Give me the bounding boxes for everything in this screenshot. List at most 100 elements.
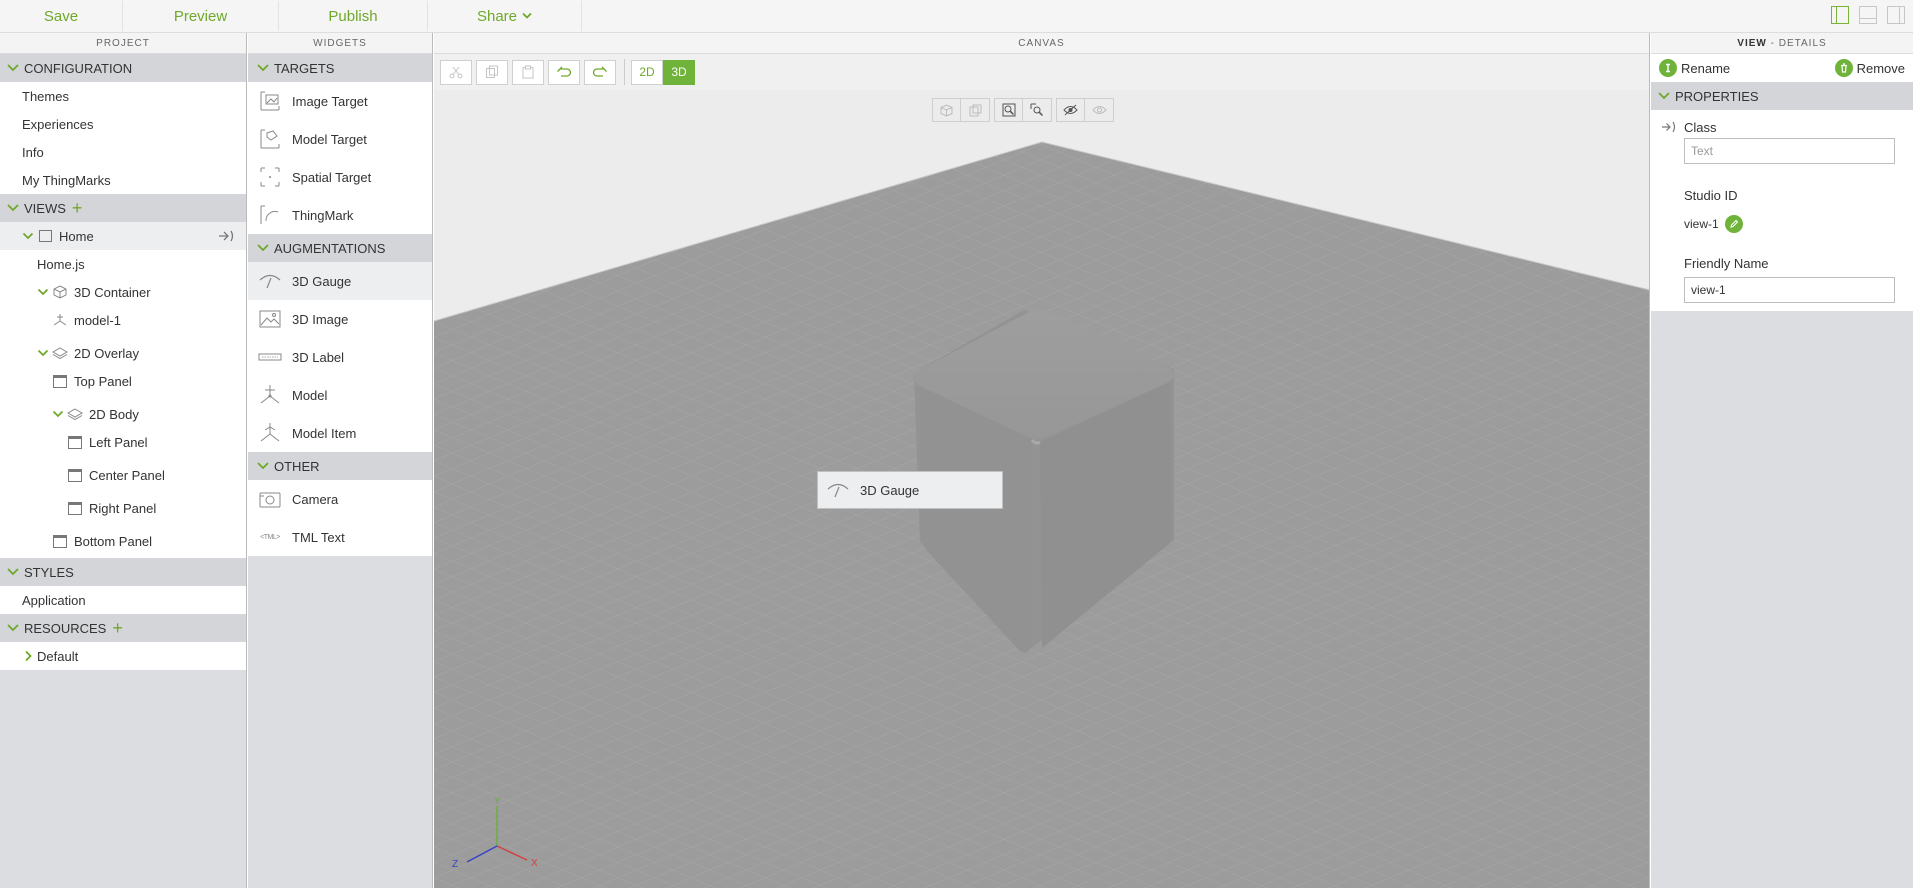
remove-button[interactable]: Remove — [1834, 59, 1905, 77]
panel-icon — [67, 501, 83, 515]
widget-3d-gauge[interactable]: 3D Gauge — [248, 262, 432, 300]
tree-item-bottom-panel[interactable]: Bottom Panel — [0, 527, 246, 555]
binding-arrow-icon[interactable] — [1661, 121, 1678, 133]
mode-2d-button[interactable]: 2D — [631, 59, 663, 85]
copy-button[interactable] — [476, 59, 508, 85]
tree-item-model-1[interactable]: model-1 — [0, 306, 246, 334]
hide-tool[interactable] — [1057, 99, 1085, 121]
config-item-experiences[interactable]: Experiences — [0, 110, 246, 138]
publish-button[interactable]: Publish — [279, 1, 428, 31]
layout-left-panel-icon[interactable] — [1831, 6, 1849, 24]
widget-label: 3D Label — [292, 349, 345, 365]
dragged-widget-label: 3D Gauge — [860, 482, 920, 498]
chevron-down-icon — [257, 462, 269, 470]
preview-button[interactable]: Preview — [123, 1, 279, 31]
eye-icon — [1091, 106, 1107, 114]
chevron-down-icon[interactable] — [37, 286, 49, 298]
widget-thingmark[interactable]: ThingMark — [248, 196, 432, 234]
orbit-tool[interactable] — [933, 99, 961, 121]
targets-section[interactable]: TARGETS — [248, 54, 432, 82]
layers-icon — [52, 347, 68, 360]
chevron-down-icon[interactable] — [37, 347, 49, 359]
config-item-info[interactable]: Info — [0, 138, 246, 166]
panel-icon — [52, 534, 68, 548]
tree-item-3d-container[interactable]: 3D Container — [0, 278, 246, 306]
widget-model-item[interactable]: Model Item — [248, 414, 432, 452]
image-icon — [259, 310, 281, 328]
tree-item-2d-body[interactable]: 2D Body — [0, 400, 246, 428]
chevron-down-icon — [257, 244, 269, 252]
mode-3d-button[interactable]: 3D — [663, 59, 695, 85]
tree-item-left-panel[interactable]: Left Panel — [0, 428, 246, 456]
zoom-icon — [1002, 103, 1015, 117]
config-item-my-thingmarks[interactable]: My ThingMarks — [0, 166, 246, 194]
rename-button[interactable]: Rename — [1659, 59, 1730, 77]
axis-y-label: Y — [494, 796, 501, 807]
cut-button[interactable] — [440, 59, 472, 85]
tree-item-2d-overlay[interactable]: 2D Overlay — [0, 339, 246, 367]
share-button[interactable]: Share — [428, 1, 582, 31]
chevron-down-icon — [7, 568, 19, 576]
redo-icon — [592, 66, 607, 77]
configuration-section[interactable]: CONFIGURATION — [0, 54, 246, 82]
tree-item-right-panel[interactable]: Right Panel — [0, 494, 246, 522]
widget-label: Spatial Target — [292, 169, 372, 185]
widget-model-target[interactable]: Model Target — [248, 120, 432, 158]
cube-outline-icon — [940, 103, 953, 117]
widget-3d-image[interactable]: 3D Image — [248, 300, 432, 338]
resources-section[interactable]: RESOURCES + — [0, 614, 246, 642]
edit-pencil-icon[interactable] — [1724, 215, 1743, 233]
widget-tml-text[interactable]: <TML> TML Text — [248, 518, 432, 556]
paste-button[interactable] — [512, 59, 544, 85]
redo-button[interactable] — [584, 59, 616, 85]
add-view-icon[interactable]: + — [72, 199, 83, 217]
widget-camera[interactable]: Camera — [248, 480, 432, 518]
other-section[interactable]: OTHER — [248, 452, 432, 480]
config-item-themes[interactable]: Themes — [0, 82, 246, 110]
studio-id-row: view-1 — [1651, 212, 1913, 236]
zoom-extents-tool[interactable] — [995, 99, 1023, 121]
widget-model[interactable]: Model — [248, 376, 432, 414]
properties-section[interactable]: PROPERTIES — [1651, 82, 1913, 110]
3d-viewport[interactable]: Y X Z 3D Gauge — [434, 90, 1649, 888]
view-tools — [932, 98, 1114, 122]
chevron-right-icon[interactable] — [22, 650, 34, 662]
dragged-widget-3d-gauge[interactable]: 3D Gauge — [817, 471, 1003, 509]
application-label: Application — [22, 592, 86, 608]
layout-bottom-panel-icon[interactable] — [1859, 6, 1877, 24]
view-tool-group-visibility — [1056, 98, 1114, 122]
tree-item-home[interactable]: Home — [0, 222, 246, 250]
class-input[interactable] — [1684, 138, 1895, 164]
zoom-selected-tool[interactable] — [1023, 99, 1051, 121]
style-item-application[interactable]: Application — [0, 586, 246, 614]
resource-item-default[interactable]: Default — [0, 642, 246, 670]
friendly-name-input[interactable] — [1684, 277, 1895, 303]
set-start-view-icon[interactable] — [218, 230, 236, 242]
views-section[interactable]: VIEWS + — [0, 194, 246, 222]
chevron-down-icon — [7, 204, 19, 212]
undo-button[interactable] — [548, 59, 580, 85]
save-button[interactable]: Save — [0, 1, 123, 31]
model-1-label: model-1 — [74, 312, 121, 328]
widget-3d-label[interactable]: 3D Label — [248, 338, 432, 376]
show-tool[interactable] — [1085, 99, 1113, 121]
augmentations-section[interactable]: AUGMENTATIONS — [248, 234, 432, 262]
layout-right-panel-icon[interactable] — [1887, 6, 1905, 24]
tree-item-center-panel[interactable]: Center Panel — [0, 461, 246, 489]
widget-spatial-target[interactable]: Spatial Target — [248, 158, 432, 196]
tml-icon: <TML> — [260, 533, 280, 541]
top-panel-label: Top Panel — [74, 373, 132, 389]
3d-scene[interactable]: Y X Z — [434, 90, 1649, 888]
tree-item-top-panel[interactable]: Top Panel — [0, 367, 246, 395]
snap-tool[interactable] — [961, 99, 989, 121]
chevron-down-icon[interactable] — [22, 230, 34, 242]
tree-item-home-js[interactable]: Home.js — [0, 250, 246, 278]
chevron-down-icon[interactable] — [52, 408, 64, 420]
cube-icon — [53, 285, 67, 299]
toolbar-divider — [624, 59, 625, 85]
properties-label: PROPERTIES — [1675, 88, 1759, 104]
styles-section[interactable]: STYLES — [0, 558, 246, 586]
add-resource-icon[interactable]: + — [112, 619, 123, 637]
model-item-icon — [260, 423, 280, 442]
widget-image-target[interactable]: Image Target — [248, 82, 432, 120]
